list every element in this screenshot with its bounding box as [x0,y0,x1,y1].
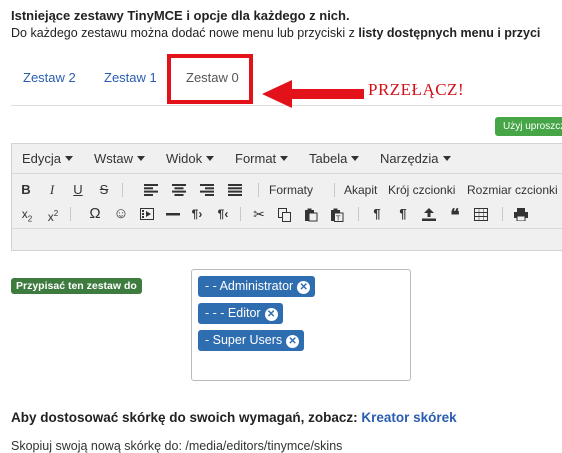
visual-chars-icon[interactable]: ¶ [368,204,386,224]
menu-label: Format [235,151,277,166]
toolbar-row-2: x2 x2 Ω ☺ ¶› ¶‹ ✂ T ¶ ¶ ❝ [12,202,562,226]
tinymce-editor: Edycja Wstaw Widok Format Tabela Narzędz… [11,143,562,251]
menu-label: Edycja [22,151,62,166]
subscript-icon[interactable]: x2 [16,204,38,224]
ltr-icon[interactable]: ¶› [186,204,208,224]
paste-text-icon[interactable]: T [328,204,346,224]
toolbar-separator [240,207,241,221]
svg-text:T: T [335,215,341,223]
menu-widok[interactable]: Widok [166,151,215,166]
hr-icon[interactable] [164,204,182,224]
tab-zestaw-2[interactable]: Zestaw 2 [23,70,76,85]
strikethrough-icon[interactable]: S [94,180,114,200]
toolbar-separator [502,207,503,221]
remove-icon[interactable]: ✕ [297,281,311,294]
skin-heading-text: Aby dostosować skórkę do swoich wymagań,… [11,410,362,425]
assign-set-label: Przypisać ten zestaw do [11,278,142,294]
menu-tabela[interactable]: Tabela [309,151,360,166]
toolbar-separator [122,183,123,197]
caret-down-icon [137,156,145,161]
remove-icon[interactable]: ✕ [286,335,300,348]
remove-icon[interactable]: ✕ [264,308,278,321]
toolbar-separator [358,207,359,221]
print-icon[interactable] [512,204,530,224]
chip-super-users: - Super Users ✕ [198,330,305,351]
cut-icon[interactable]: ✂ [250,204,268,224]
caret-down-icon [206,156,215,161]
tab-highlight-box [167,54,253,104]
menu-edycja[interactable]: Edycja [22,151,74,166]
special-char-icon[interactable]: Ω [86,204,104,224]
tab-zestaw-1[interactable]: Zestaw 1 [104,70,157,85]
paragraph-dropdown[interactable]: Akapit [344,180,377,200]
paste-icon[interactable] [302,204,320,224]
red-arrow-icon [262,80,364,108]
menu-label: Widok [166,151,203,166]
menu-label: Narzędzia [380,151,439,166]
toolbar-separator [334,183,335,197]
skin-heading: Aby dostosować skórkę do swoich wymagań,… [11,410,457,425]
upload-icon[interactable] [420,204,438,224]
align-left-icon[interactable] [142,180,160,200]
menu-format[interactable]: Format [235,151,289,166]
show-blocks-icon[interactable]: ¶ [394,204,412,224]
chip-label: - - - Editor [205,306,261,320]
toolbar-separator [258,183,259,197]
toolbar-row-3 [12,228,562,250]
align-justify-icon[interactable] [226,180,244,200]
emoticons-icon[interactable]: ☺ [112,204,130,224]
caret-down-icon [280,156,289,161]
caret-down-icon [442,156,451,161]
chip-administrator: - - Administrator ✕ [198,276,316,297]
caret-down-icon [351,156,360,161]
rtl-icon[interactable]: ¶‹ [212,204,234,224]
align-center-icon[interactable] [170,180,188,200]
caret-down-icon [65,156,74,161]
media-icon[interactable] [138,204,156,224]
copy-icon[interactable] [276,204,294,224]
chip-label: - - Administrator [205,279,294,293]
available-menus-link-text: listy dostępnych menu i przyci [358,26,541,40]
chip-label: - Super Users [205,333,283,347]
intro-description: Do każdego zestawu można dodać nowe menu… [11,26,540,40]
skin-creator-link[interactable]: Kreator skórek [361,410,456,425]
blockquote-icon[interactable]: ❝ [446,204,464,225]
menu-label: Tabela [309,151,348,166]
align-right-icon[interactable] [198,180,216,200]
font-family-dropdown[interactable]: Krój czcionki [388,180,455,200]
italic-icon[interactable]: I [42,180,62,200]
table-icon[interactable] [472,204,490,224]
switch-callout: PRZEŁĄCZ! [368,80,465,99]
menu-narzedzia[interactable]: Narzędzia [380,151,451,166]
chip-editor: - - - Editor ✕ [198,303,283,324]
intro-title: Istniejące zestawy TinyMCE i opcje dla k… [11,8,350,23]
toolbar-row-1: B I U S Formaty Akapit Krój czcionki Roz… [12,178,562,202]
user-groups-select[interactable]: - - Administrator ✕ - - - Editor ✕ - Super… [191,269,411,381]
editor-menubar: Edycja Wstaw Widok Format Tabela Narzędz… [12,144,562,174]
menu-label: Wstaw [94,151,133,166]
underline-icon[interactable]: U [68,180,88,200]
intro-desc-text: Do każdego zestawu można dodać nowe menu… [11,26,359,40]
font-size-dropdown[interactable]: Rozmiar czcionki [467,180,558,200]
formats-dropdown[interactable]: Formaty [269,180,313,200]
superscript-icon[interactable]: x2 [42,204,64,224]
toolbar-separator [70,207,71,221]
menu-wstaw[interactable]: Wstaw [94,151,145,166]
bold-icon[interactable]: B [16,180,36,200]
use-simplified-button[interactable]: Użyj uproszcz [495,117,562,136]
